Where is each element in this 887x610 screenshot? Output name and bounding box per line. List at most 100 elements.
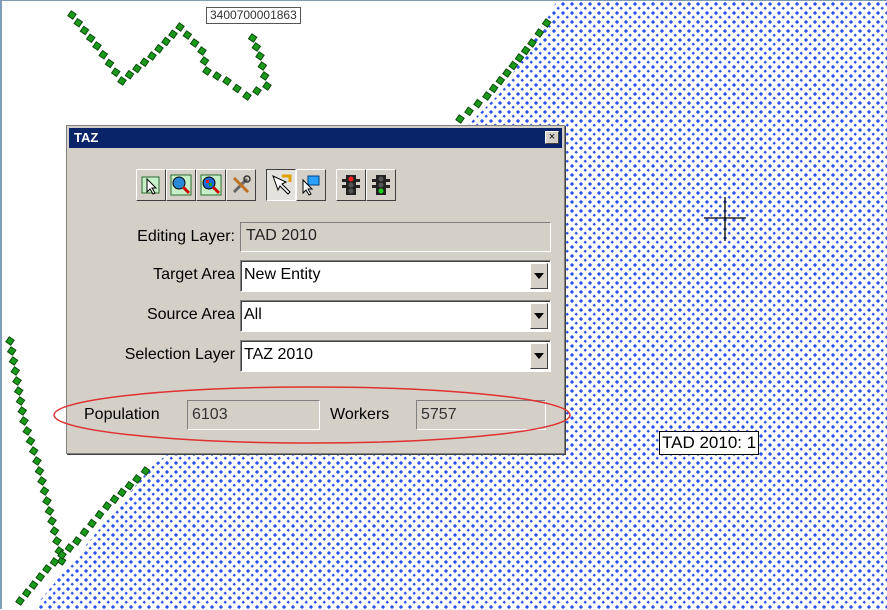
boundary-dot [109, 494, 120, 505]
selection-layer-select[interactable]: TAZ 2010 [240, 340, 551, 372]
boundary-dot [175, 22, 185, 32]
boundary-dot [147, 51, 157, 61]
boundary-dot [72, 536, 82, 546]
boundary-dot [28, 580, 39, 590]
source-area-dropdown-button[interactable] [530, 303, 548, 329]
boundary-dot [34, 466, 45, 476]
boundary-dot [124, 480, 135, 491]
dialog-title: TAZ [74, 130, 99, 145]
boundary-dot [92, 41, 102, 51]
target-area-select[interactable]: New Entity [240, 260, 551, 292]
stop-signal-button[interactable] [336, 169, 366, 201]
population-value: 6103 [187, 400, 320, 430]
boundary-dot [15, 396, 26, 406]
boundary-dot [161, 36, 171, 47]
boundary-dot [94, 509, 105, 520]
boundary-dot [28, 446, 39, 456]
boundary-dot [502, 68, 512, 78]
magnifier-icon [170, 174, 192, 196]
boundary-dot [35, 572, 46, 582]
boundary-dot [104, 58, 115, 69]
boundary-dot [482, 91, 492, 101]
boundary-dot [124, 69, 135, 80]
chevron-down-icon [534, 353, 544, 359]
close-button[interactable]: × [545, 131, 559, 144]
workers-value: 5757 [416, 400, 546, 430]
select-arrow-icon [141, 176, 160, 195]
boundary-dot [259, 71, 270, 81]
boundary-dot [25, 436, 36, 446]
boundary-dot [49, 526, 60, 536]
boundary-dot [154, 43, 164, 54]
boundary-dot [79, 527, 90, 538]
source-area-select[interactable]: All [240, 300, 551, 332]
boundary-dot [182, 30, 193, 40]
editing-layer-label: Editing Layer: [137, 228, 235, 245]
select-tool-button[interactable] [136, 169, 166, 201]
source-area-label: Source Area [146, 306, 235, 323]
boundary-dot [168, 29, 178, 40]
boundary-dot [17, 406, 28, 416]
chevron-down-icon [534, 313, 544, 319]
magnifier-map-icon [200, 174, 222, 196]
boundary-dot [252, 86, 262, 96]
pointer-edit-icon [302, 175, 320, 196]
boundary-dot [473, 98, 483, 109]
boundary-dot [15, 596, 25, 606]
settings-tool-button[interactable] [226, 169, 256, 201]
boundary-dot [32, 456, 42, 466]
boundary-dot [37, 476, 47, 486]
boundary-dot [64, 543, 75, 553]
selection-layer-label: Selection Layer [124, 346, 235, 363]
target-area-dropdown-button[interactable] [530, 263, 548, 289]
boundary-dot [13, 386, 24, 396]
boundary-dot [67, 10, 77, 20]
boundary-dot [42, 496, 52, 506]
boundary-dot [52, 536, 62, 546]
tad-label: TAD 2010: 1 [659, 431, 760, 455]
boundary-dot [5, 336, 15, 346]
tools-icon [232, 175, 251, 194]
boundary-dot [98, 49, 109, 60]
boundary-dot [242, 91, 252, 101]
pointer-edit-button[interactable] [296, 169, 326, 201]
workers-label: Workers [330, 406, 390, 423]
traffic-light-green-icon [372, 175, 390, 195]
selection-layer-dropdown-button[interactable] [530, 343, 548, 369]
boundary-dot [251, 42, 262, 52]
boundary-dot [6, 346, 17, 356]
boundary-dot [73, 17, 84, 28]
boundary-dot [85, 33, 96, 44]
boundary-dot [117, 76, 127, 86]
boundary-dot [42, 564, 52, 574]
boundary-dot [79, 25, 90, 36]
boundary-dot [255, 51, 265, 61]
boundary-dot [44, 506, 55, 516]
boundary-dot [8, 356, 19, 366]
boundary-dot [212, 71, 222, 81]
pointer-select-icon [272, 174, 292, 195]
editing-layer-value: TAD 2010 [240, 222, 551, 252]
traffic-light-red-icon [342, 175, 360, 195]
zoom-layer-button[interactable] [196, 169, 226, 201]
boundary-dot [47, 516, 57, 526]
boundary-dot [202, 66, 212, 76]
target-area-value: New Entity [244, 266, 321, 283]
pointer-select-button[interactable] [266, 169, 296, 201]
boundary-dot [464, 106, 474, 117]
boundary-dot [257, 61, 268, 71]
boundary-dot [199, 56, 210, 66]
boundary-dot [488, 83, 499, 94]
boundary-dot [21, 588, 32, 598]
zoom-selection-button[interactable] [166, 169, 196, 201]
boundary-dot [132, 63, 142, 74]
boundary-dot [262, 81, 272, 91]
taz-id-label: 3400700001863 [206, 7, 301, 24]
selection-layer-value: TAZ 2010 [244, 346, 314, 363]
source-area-value: All [244, 306, 262, 323]
dialog-titlebar[interactable]: TAZ × [69, 128, 562, 148]
go-signal-button[interactable] [366, 169, 396, 201]
boundary-dot [247, 33, 258, 43]
boundary-dot [197, 46, 207, 56]
boundary-dot [12, 376, 22, 386]
